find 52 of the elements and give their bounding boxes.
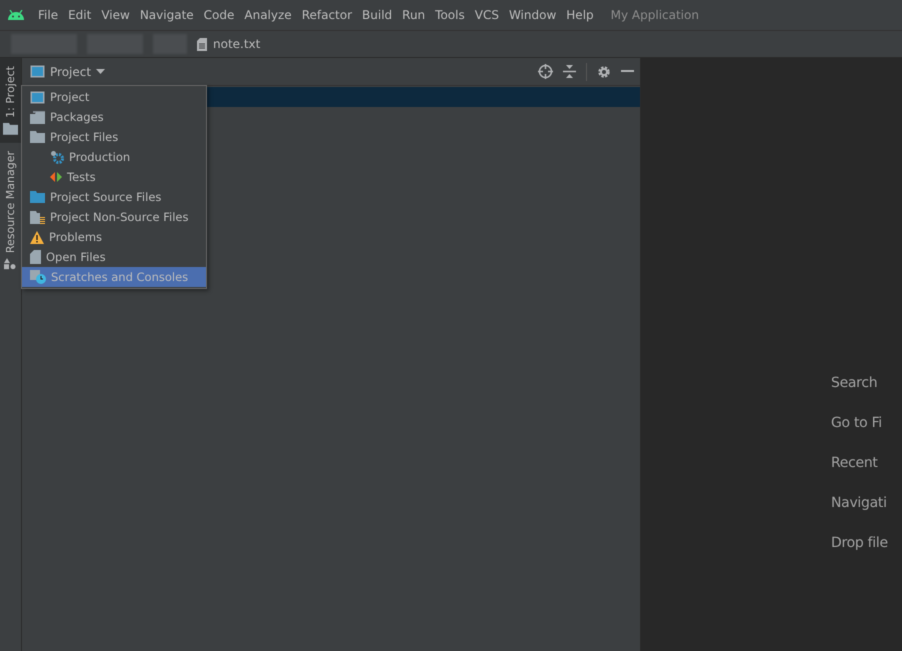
menu-item[interactable]: Edit [63,8,96,22]
view-selector[interactable]: Project [30,64,106,78]
menu-item[interactable]: Project Non-Source Files [22,207,206,227]
menu-item[interactable]: Project Source Files [22,187,206,207]
editor-hint: Search [831,374,878,393]
menu-item[interactable]: Build [357,8,398,22]
minimize-icon[interactable] [621,70,634,73]
menu-item[interactable]: Open Files [22,247,206,267]
menu-item[interactable]: Navigate [134,8,199,22]
menu-item[interactable]: VCS [470,8,504,22]
menu-item[interactable]: Tests [22,167,206,187]
text-file-icon [197,38,207,50]
menu-item[interactable]: Production [22,147,206,167]
caret-icon [96,69,106,74]
menu-item[interactable]: Project Files [22,127,206,147]
folder-icon [30,191,45,203]
warning-icon [30,230,44,244]
editor-hint: Go to Fi [831,414,883,433]
menu-item[interactable]: Code [198,8,240,22]
scratch-clock-icon [30,270,46,284]
menu-item[interactable]: Tools [430,8,470,22]
window-icon [30,65,45,78]
collapse-icon[interactable] [563,65,576,78]
window-icon [30,90,45,104]
menu-item[interactable]: Run [397,8,430,22]
shapes-icon [4,258,16,270]
crosshair-icon[interactable] [538,64,553,79]
side-tab[interactable]: Resource Manager [0,142,21,278]
folder-lines-icon [30,210,45,224]
breadcrumb[interactable]: note.txt [197,37,260,51]
menu-item[interactable]: Project [22,87,206,107]
editor-hint: Navigati [831,494,888,513]
menu-item[interactable]: Window [504,8,562,22]
folder-icon [30,110,45,124]
side-tab[interactable]: 1: Project [0,58,21,143]
menu-item[interactable]: Analyze [239,8,297,22]
file-icon [30,250,41,264]
tests-icon [50,171,62,183]
settings-icon[interactable] [597,64,611,78]
menu-item[interactable]: Problems [22,227,206,247]
menu-item[interactable]: File [33,8,64,22]
menu-item[interactable]: Packages [22,107,206,127]
menu-item[interactable]: Refactor [296,8,358,22]
editor-hint: Recent [831,454,879,473]
menu-item[interactable]: Help [561,8,599,22]
editor-hint: Drop file [831,534,889,553]
folder-icon [3,122,18,135]
folder-icon [30,131,45,143]
android-icon [7,10,25,20]
gear-icon [50,150,64,164]
project-title: My Application [610,8,699,22]
menu-item[interactable]: View [96,8,135,22]
